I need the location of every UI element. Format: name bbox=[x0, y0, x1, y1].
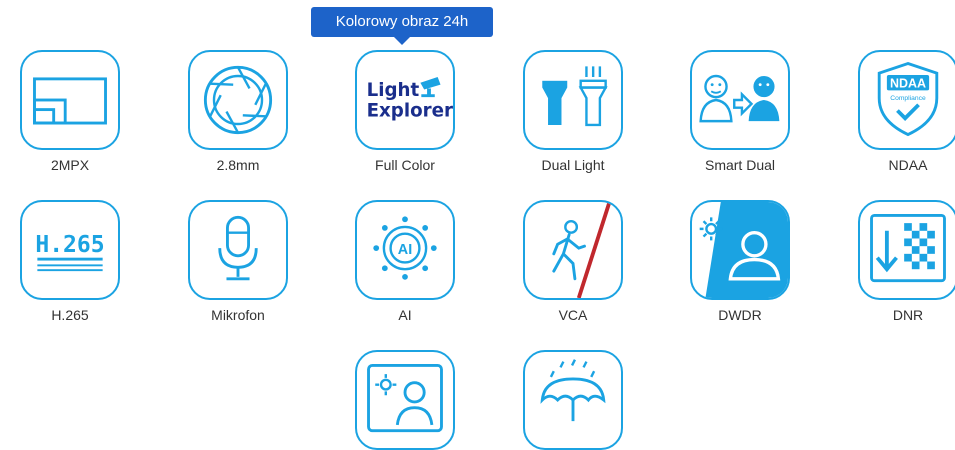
ai-text: AI bbox=[398, 242, 412, 258]
feature-tile-umbrella-rain[interactable] bbox=[523, 350, 623, 450]
ndaa-text: NDAA bbox=[890, 77, 926, 91]
feature-label: AI bbox=[398, 307, 412, 323]
feature-label: Mikrofon bbox=[211, 307, 265, 323]
sun-person-icon bbox=[367, 364, 443, 433]
camera-glyph bbox=[420, 76, 441, 98]
ai-chip-icon: AI bbox=[373, 216, 437, 280]
feature-tile-2mpx[interactable] bbox=[20, 50, 120, 150]
dwdr-icon bbox=[699, 202, 788, 298]
feature-label: Full Color bbox=[375, 157, 435, 173]
feature-label: 2MPX bbox=[50, 157, 90, 173]
light-explorer-icon: Light Explorer bbox=[367, 76, 453, 121]
feature-tile-vca[interactable] bbox=[523, 200, 623, 300]
vca-icon bbox=[552, 202, 612, 298]
ndaa-shield-icon: NDAA Compliance bbox=[877, 62, 939, 137]
h265-text: H.265 bbox=[35, 232, 104, 258]
feature-label: VCA bbox=[558, 307, 588, 323]
feature-tile-full-color[interactable]: Light Explorer bbox=[355, 50, 455, 150]
light-explorer-line1: Light bbox=[367, 80, 420, 101]
aperture-icon bbox=[203, 65, 273, 135]
dual-light-icon bbox=[542, 66, 608, 127]
feature-tile-sun-person[interactable] bbox=[355, 350, 455, 450]
feature-label: 2.8mm bbox=[216, 157, 260, 173]
microphone-icon bbox=[218, 215, 258, 281]
tooltip-full-color: Kolorowy obraz 24h bbox=[311, 7, 493, 45]
feature-label: DNR bbox=[892, 307, 924, 323]
feature-label: Smart Dual bbox=[704, 157, 776, 173]
feature-label: NDAA bbox=[888, 157, 928, 173]
feature-tile-lens[interactable] bbox=[188, 50, 288, 150]
feature-tile-dwdr[interactable] bbox=[690, 200, 790, 300]
feature-tile-dnr[interactable] bbox=[858, 200, 955, 300]
feature-tile-microphone[interactable] bbox=[188, 200, 288, 300]
feature-tile-h265[interactable]: H.265 bbox=[20, 200, 120, 300]
dnr-icon bbox=[870, 214, 946, 283]
compliance-text: Compliance bbox=[890, 95, 926, 102]
feature-label: DWDR bbox=[718, 307, 762, 323]
feature-tile-ai[interactable]: AI bbox=[355, 200, 455, 300]
h265-icon: H.265 bbox=[35, 232, 105, 272]
feature-label: H.265 bbox=[51, 307, 89, 323]
umbrella-rain-icon bbox=[540, 359, 606, 422]
resolution-icon bbox=[33, 77, 107, 125]
feature-tile-dual-light[interactable] bbox=[523, 50, 623, 150]
light-explorer-line2: Explorer bbox=[367, 100, 453, 121]
smart-dual-icon bbox=[699, 74, 780, 123]
feature-tile-ndaa[interactable]: NDAA Compliance bbox=[858, 50, 955, 150]
feature-label: Dual Light bbox=[541, 157, 605, 173]
feature-tile-smart-dual[interactable] bbox=[690, 50, 790, 150]
